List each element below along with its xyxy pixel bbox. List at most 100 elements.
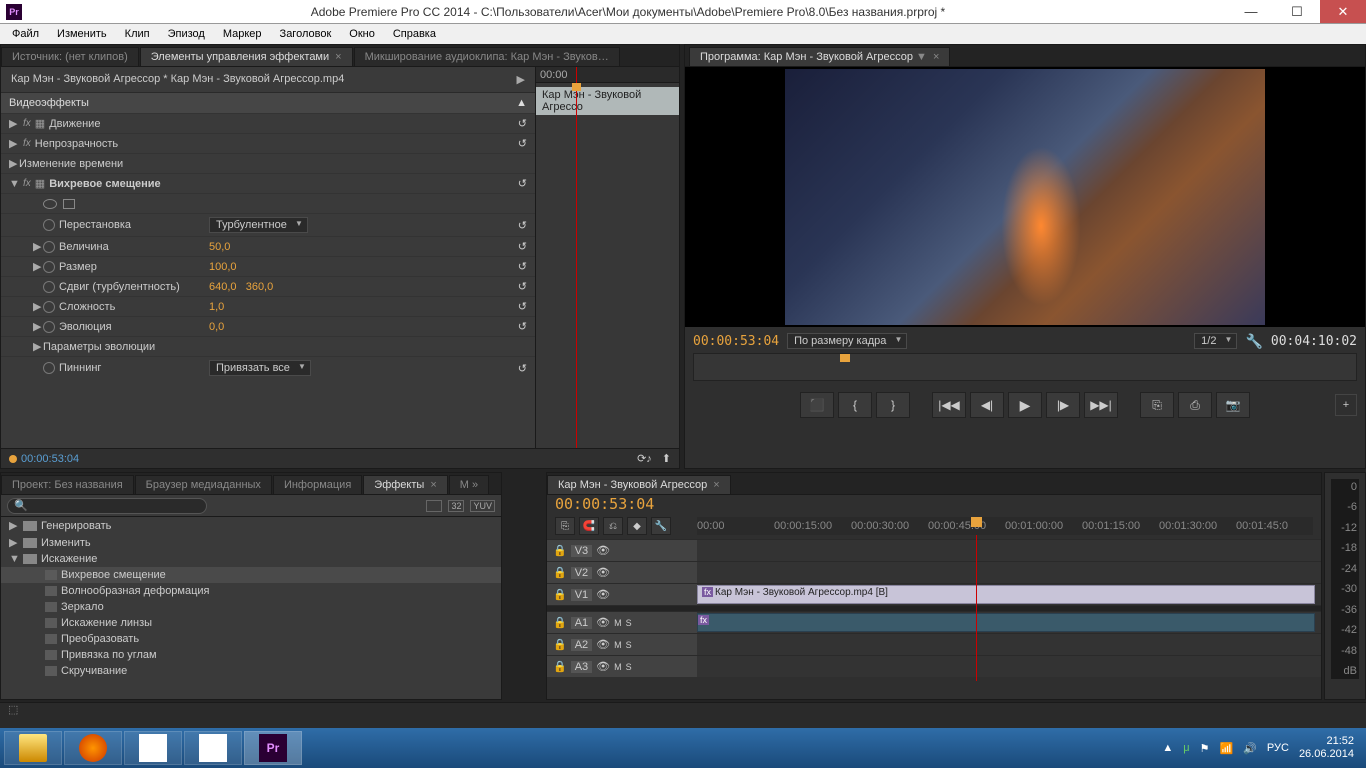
toggle-output-icon[interactable]: 👁	[596, 566, 610, 579]
toggle-output-icon[interactable]: 👁	[596, 588, 610, 601]
toggle-output-icon[interactable]: 👁	[596, 638, 610, 651]
effect-item[interactable]: Привязка по углам	[1, 647, 501, 663]
toggle-output-icon[interactable]: 👁	[596, 660, 610, 673]
effect-row[interactable]: ПерестановкаТурбулентное↺	[1, 213, 535, 236]
nest-toggle[interactable]: ⎘	[555, 517, 575, 535]
close-icon[interactable]: ×	[335, 51, 341, 63]
reset-icon[interactable]: ↺	[518, 321, 527, 333]
settings-icon[interactable]: 🔧	[651, 517, 671, 535]
stopwatch-icon[interactable]	[43, 261, 55, 273]
effect-row[interactable]: ▶Сложность1,0↺	[1, 296, 535, 316]
effects-search-input[interactable]: 🔍	[7, 498, 207, 514]
reset-icon[interactable]: ↺	[518, 220, 527, 232]
track-lane[interactable]: fxКар Мэн - Звуковой Агрессор.mp4 [В]	[697, 584, 1321, 605]
menu-edit[interactable]: Изменить	[49, 26, 115, 42]
settings-icon[interactable]: 🔧	[1245, 333, 1262, 350]
track-header[interactable]: 🔒A2👁MS	[547, 634, 697, 655]
rect-mask-icon[interactable]	[63, 199, 75, 209]
tab-project[interactable]: Проект: Без названия	[1, 475, 134, 494]
menu-file[interactable]: Файл	[4, 26, 47, 42]
32bit-filter-icon[interactable]: 32	[448, 500, 464, 512]
lock-icon[interactable]: 🔒	[553, 638, 567, 651]
effect-row[interactable]: ▶Размер100,0↺	[1, 256, 535, 276]
out-point-button[interactable]: }	[876, 392, 910, 418]
toggle-output-icon[interactable]: 👁	[596, 544, 610, 557]
zoom-fit-dropdown[interactable]: По размеру кадра	[787, 333, 907, 349]
close-icon[interactable]: ×	[933, 51, 939, 63]
track-header[interactable]: 🔒A1👁MS	[547, 612, 697, 633]
step-forward-button[interactable]: |▶	[1046, 392, 1080, 418]
tab-info[interactable]: Информация	[273, 475, 362, 494]
tab-media-browser[interactable]: Браузер медиаданных	[135, 475, 272, 494]
timeline-timecode[interactable]: 00:00:53:04	[555, 495, 654, 513]
mini-timeline-ruler[interactable]: 00:00	[536, 67, 679, 83]
param-value[interactable]: 100,0	[209, 261, 237, 273]
marker-toggle[interactable]: ◆	[627, 517, 647, 535]
reset-icon[interactable]: ↺	[518, 118, 527, 130]
effect-item[interactable]: Вихревое смещение	[1, 567, 501, 583]
lock-icon[interactable]: 🔒	[553, 616, 567, 629]
tab-source[interactable]: Источник: (нет клипов)	[1, 47, 139, 66]
effect-row[interactable]: ▶Эволюция0,0↺	[1, 316, 535, 336]
lock-icon[interactable]: 🔒	[553, 588, 567, 601]
tray-clock[interactable]: 21:52 26.06.2014	[1299, 735, 1354, 761]
effect-row[interactable]: Сдвиг (турбулентность)640,0 360,0↺	[1, 276, 535, 296]
effect-item[interactable]: Преобразовать	[1, 631, 501, 647]
stopwatch-icon[interactable]	[43, 362, 55, 374]
param-dropdown[interactable]: Турбулентное	[209, 217, 308, 233]
stopwatch-icon[interactable]	[43, 219, 55, 231]
lock-icon[interactable]: 🔒	[553, 566, 567, 579]
mini-playhead[interactable]	[576, 67, 577, 448]
tray-show-hidden-icon[interactable]: ▲	[1162, 742, 1173, 754]
reset-icon[interactable]: ↺	[518, 301, 527, 313]
tray-network-icon[interactable]: 📶	[1220, 742, 1234, 755]
extract-button[interactable]: ⎙	[1178, 392, 1212, 418]
effect-row[interactable]: ▶fx▦Движение↺	[1, 113, 535, 133]
lift-button[interactable]: ⎘	[1140, 392, 1174, 418]
track-lane[interactable]	[697, 634, 1321, 655]
taskbar-firefox[interactable]	[64, 731, 122, 765]
effect-item[interactable]: Искажение линзы	[1, 615, 501, 631]
timeline-playhead[interactable]	[976, 535, 977, 681]
in-point-button[interactable]: {	[838, 392, 872, 418]
program-scrubber[interactable]	[693, 353, 1357, 381]
effect-row[interactable]: ▶Параметры эволюции	[1, 336, 535, 356]
program-current-timecode[interactable]: 00:00:53:04	[693, 334, 779, 349]
effect-row[interactable]	[1, 193, 535, 213]
menu-title[interactable]: Заголовок	[272, 26, 340, 42]
reset-icon[interactable]: ↺	[518, 261, 527, 273]
tray-utorrent-icon[interactable]: μ	[1183, 742, 1189, 754]
tray-volume-icon[interactable]: 🔊	[1243, 742, 1257, 755]
goto-in-button[interactable]: |◀◀	[932, 392, 966, 418]
reset-icon[interactable]: ↺	[518, 138, 527, 150]
resolution-dropdown[interactable]: 1/2	[1194, 333, 1237, 349]
tab-sequence[interactable]: Кар Мэн - Звуковой Агрессор×	[547, 475, 731, 494]
track-header[interactable]: 🔒V2👁	[547, 562, 697, 583]
param-value[interactable]: 50,0	[209, 241, 230, 253]
effects-folder[interactable]: ▼Искажение	[1, 551, 501, 567]
timeline-ruler[interactable]: 00:0000:00:15:0000:00:30:0000:00:45:0000…	[697, 517, 1313, 535]
effect-row[interactable]: ПиннингПривязать все↺	[1, 356, 535, 379]
play-button[interactable]: ▶	[1008, 392, 1042, 418]
lock-icon[interactable]: 🔒	[553, 544, 567, 557]
tab-audio-mixer[interactable]: Микширование аудиоклипа: Кар Мэн - Звуко…	[354, 47, 620, 66]
marker-button[interactable]: ⬛	[800, 392, 834, 418]
ellipse-mask-icon[interactable]	[43, 199, 57, 209]
tray-flag-icon[interactable]: ⚑	[1200, 742, 1210, 755]
audio-clip[interactable]: fx	[697, 613, 1315, 632]
effect-item[interactable]: Волнообразная деформация	[1, 583, 501, 599]
maximize-button[interactable]: ☐	[1274, 0, 1320, 23]
step-back-button[interactable]: ◀|	[970, 392, 1004, 418]
taskbar-premiere[interactable]: Pr	[244, 731, 302, 765]
param-value[interactable]: 640,0	[209, 281, 237, 293]
goto-out-button[interactable]: ▶▶|	[1084, 392, 1118, 418]
snap-toggle[interactable]: 🧲	[579, 517, 599, 535]
param-value[interactable]: 360,0	[246, 281, 274, 293]
stopwatch-icon[interactable]	[43, 321, 55, 333]
reset-icon[interactable]: ↺	[518, 363, 527, 375]
menu-sequence[interactable]: Эпизод	[160, 26, 213, 42]
accelerated-filter-icon[interactable]	[426, 500, 442, 512]
track-lane[interactable]	[697, 540, 1321, 561]
effect-item[interactable]: Скручивание	[1, 663, 501, 679]
reset-icon[interactable]: ↺	[518, 281, 527, 293]
